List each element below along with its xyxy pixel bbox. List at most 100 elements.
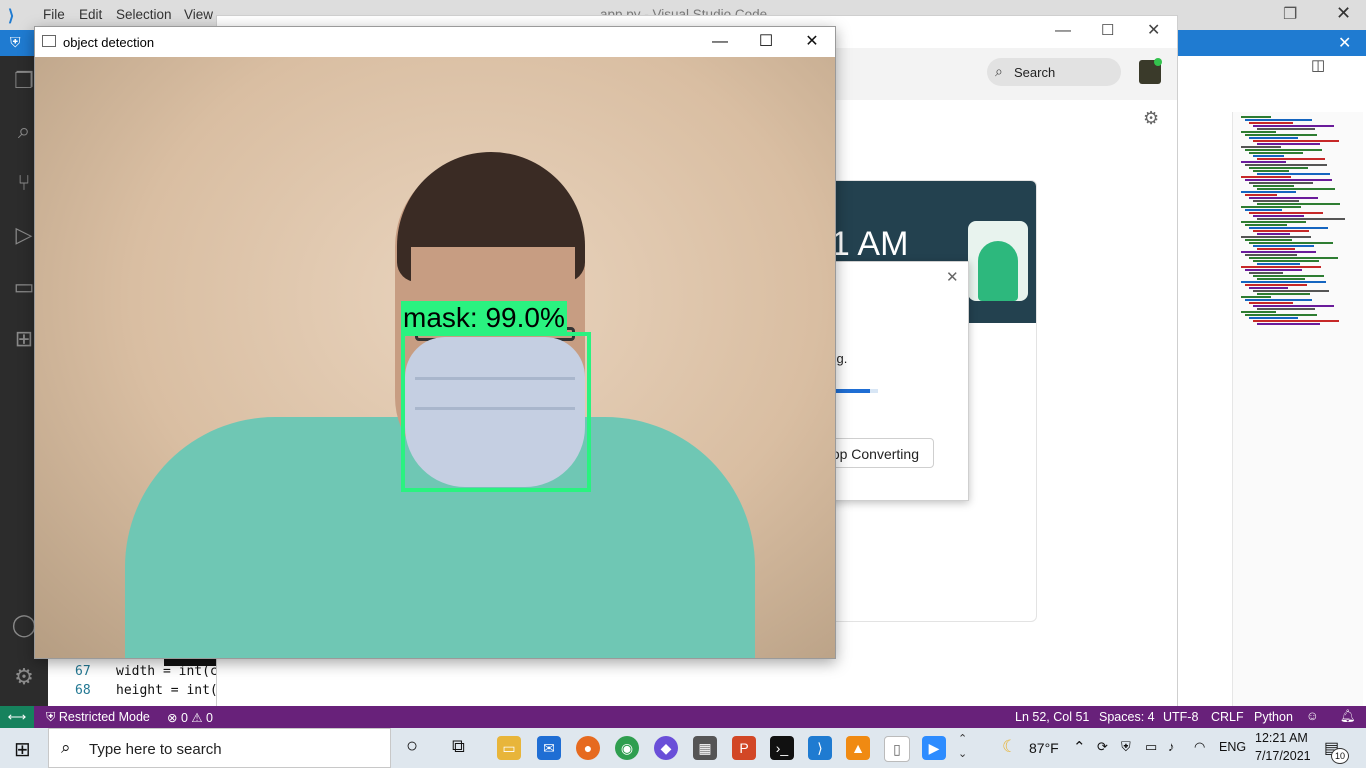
cortana-icon[interactable]: ○ [406, 735, 418, 758]
language-status[interactable]: Python [1254, 710, 1293, 724]
vscode-logo-icon: ⟩ [8, 8, 15, 25]
minimap[interactable] [1232, 112, 1363, 706]
file-explorer-icon[interactable]: ▭ [497, 736, 521, 760]
banner-close-icon[interactable]: ✕ [1338, 33, 1351, 53]
vlc-icon[interactable]: ▲ [846, 736, 870, 760]
menu-file[interactable]: File [43, 7, 65, 22]
minimap-line [1253, 125, 1334, 127]
minimap-line [1245, 194, 1277, 196]
search-placeholder: Search [1014, 65, 1056, 80]
minimap-line [1245, 149, 1322, 151]
minimap-line [1245, 164, 1327, 166]
minimap-line [1249, 227, 1328, 229]
search-icon: ⌕ [995, 63, 1003, 79]
minimap-line [1241, 146, 1281, 148]
taskbar-search-placeholder: Type here to search [89, 741, 222, 758]
minimap-line [1257, 218, 1345, 220]
maximize-icon[interactable]: ☐ [743, 27, 789, 57]
minimap-line [1249, 287, 1288, 289]
battery-icon[interactable]: ▭ [1145, 739, 1157, 755]
minimap-line [1257, 158, 1325, 160]
calculator-icon[interactable]: ▦ [693, 736, 717, 760]
minimap-line [1241, 176, 1291, 178]
close-icon[interactable]: ✕ [1147, 20, 1160, 40]
sync-icon[interactable]: ⟳ [1097, 739, 1108, 755]
problems-status[interactable]: ⊗ 0 ⚠ 0 [167, 710, 213, 725]
cursor-position[interactable]: Ln 52, Col 51 [1015, 710, 1089, 724]
minimap-line [1253, 140, 1339, 142]
minimap-line [1245, 134, 1317, 136]
minimap-line [1241, 236, 1311, 238]
menu-selection[interactable]: Selection [116, 7, 172, 22]
minimap-line [1257, 233, 1290, 235]
minimap-line [1245, 284, 1307, 286]
taskbar-scroll-icon[interactable]: ⌃ ⌄ [958, 732, 967, 762]
minimize-icon[interactable]: — [1055, 22, 1071, 40]
vscode-taskbar-icon[interactable]: ⟩ [808, 736, 832, 760]
volume-icon[interactable]: ♪ [1168, 739, 1175, 754]
notifications-bell-icon[interactable]: 🔔︎ [1340, 709, 1356, 724]
input-language[interactable]: ENG [1219, 740, 1246, 754]
code-line[interactable]: height = int( [116, 683, 218, 698]
firefox-icon[interactable]: ● [576, 736, 600, 760]
mail-icon[interactable]: ✉ [537, 736, 561, 760]
minimap-line [1249, 272, 1283, 274]
tray-chevron-up-icon[interactable]: ⌃ [1073, 738, 1086, 756]
dialog-close-icon[interactable]: ✕ [946, 268, 959, 286]
menu-edit[interactable]: Edit [79, 7, 102, 22]
minimap-line [1249, 152, 1303, 154]
split-view-icon[interactable]: ◫ [1311, 56, 1325, 74]
minimap-line [1245, 269, 1302, 271]
eol-status[interactable]: CRLF [1211, 710, 1244, 724]
feedback-icon[interactable]: ☺ [1306, 709, 1319, 723]
minimize-icon[interactable]: — [697, 27, 743, 57]
close-icon[interactable]: ✕ [789, 27, 835, 57]
weather-temperature[interactable]: 87°F [1029, 740, 1059, 756]
minimap-line [1245, 314, 1317, 316]
search-input[interactable]: ⌕ Search [987, 58, 1121, 86]
remote-indicator-icon[interactable]: ⟷ [0, 706, 34, 728]
maximize-icon[interactable]: ☐ [1101, 21, 1114, 39]
minimap-line [1257, 293, 1310, 295]
manage-gear-icon[interactable]: ⚙ [11, 664, 37, 690]
search-icon: ⌕ [61, 738, 71, 757]
minimap-line [1241, 131, 1276, 133]
taskbar-search-input[interactable]: ⌕ Type here to search [48, 728, 391, 768]
clock-date[interactable]: 7/17/2021 [1255, 749, 1311, 763]
restore-icon[interactable]: ❐ [1283, 4, 1297, 24]
minimap-line [1241, 296, 1271, 298]
windows-start-icon[interactable]: ⊞ [14, 737, 31, 762]
plant-leaves [978, 241, 1018, 301]
terminal-icon[interactable]: ›_ [770, 736, 794, 760]
security-icon[interactable]: ⛨ [1121, 739, 1131, 755]
line-number: 67 [75, 664, 91, 679]
task-view-icon[interactable]: ⧉ [452, 736, 465, 757]
status-dot [1154, 58, 1162, 66]
menu-view[interactable]: View [184, 7, 213, 22]
minimap-line [1257, 323, 1320, 325]
powerpoint-icon[interactable]: P [732, 736, 756, 760]
minimap-line [1241, 161, 1286, 163]
minimap-line [1257, 263, 1300, 265]
minimap-line [1253, 185, 1294, 187]
close-icon[interactable]: ✕ [1336, 3, 1351, 24]
network-icon[interactable]: ◠ [1194, 739, 1205, 755]
minimap-line [1257, 188, 1335, 190]
restricted-mode-status[interactable]: ⛨ Restricted Mode [46, 710, 150, 725]
moon-weather-icon: ☾ [1002, 737, 1018, 756]
browser-icon[interactable]: ◆ [654, 736, 678, 760]
zoom-icon[interactable]: ▶ [922, 736, 946, 760]
status-bar: ⟷ ⛨ Restricted Mode ⊗ 0 ⚠ 0 Ln 52, Col 5… [0, 706, 1366, 728]
code-line[interactable]: width = int(c [116, 664, 218, 679]
notepad-icon[interactable]: ▯ [884, 736, 910, 762]
settings-gear-icon[interactable]: ⚙ [1143, 108, 1159, 129]
chrome-icon[interactable]: ◉ [615, 736, 639, 760]
minimap-line [1245, 224, 1287, 226]
minimap-line [1253, 290, 1329, 292]
indentation-status[interactable]: Spaces: 4 [1099, 710, 1155, 724]
minimap-line [1241, 266, 1321, 268]
minimap-line [1241, 191, 1296, 193]
encoding-status[interactable]: UTF-8 [1163, 710, 1198, 724]
minimap-line [1249, 182, 1313, 184]
clock-time[interactable]: 12:21 AM [1255, 731, 1308, 745]
